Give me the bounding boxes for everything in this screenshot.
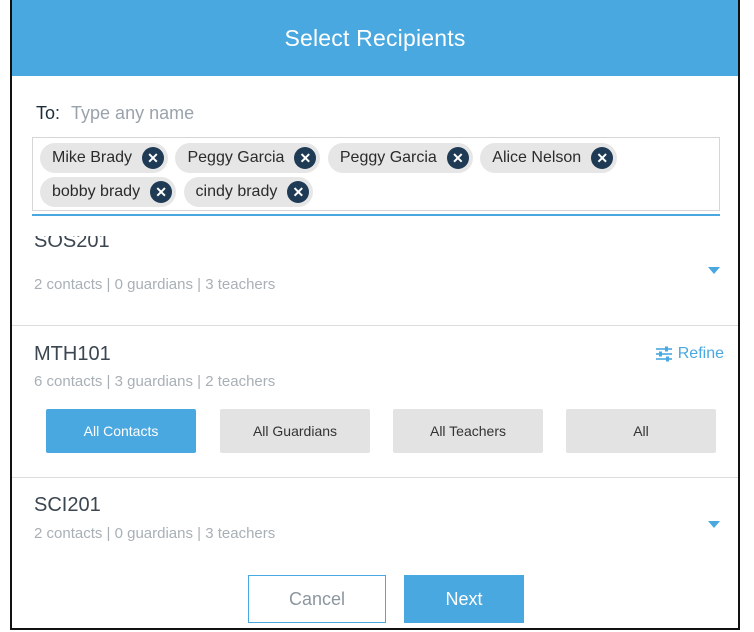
section-subtitle: 6 contacts | 3 guardians | 2 teachers bbox=[34, 373, 276, 390]
sliders-icon bbox=[655, 346, 672, 362]
to-label: To: bbox=[36, 103, 61, 123]
recipient-chip: Mike Brady ✕ bbox=[40, 143, 169, 173]
refine-button[interactable]: Refine bbox=[655, 345, 724, 363]
recipient-chip: Peggy Garcia ✕ bbox=[175, 143, 321, 173]
filter-all-button[interactable]: All bbox=[566, 409, 716, 453]
remove-chip-icon[interactable]: ✕ bbox=[294, 147, 317, 169]
chip-label: cindy brady bbox=[195, 183, 278, 200]
select-recipients-dialog: Select Recipients To: Mike Brady ✕ Peggy … bbox=[10, 0, 740, 630]
remove-chip-icon[interactable]: ✕ bbox=[287, 181, 310, 203]
remove-chip-icon[interactable]: ✕ bbox=[446, 147, 469, 169]
next-button[interactable]: Next bbox=[404, 575, 524, 623]
class-list[interactable]: SOS201 2 contacts | 0 guardians | 3 teac… bbox=[12, 236, 738, 566]
chip-label: Peggy Garcia bbox=[187, 149, 285, 166]
recipient-search-input[interactable] bbox=[71, 103, 372, 124]
expand-chevron-icon[interactable] bbox=[708, 521, 720, 528]
refine-label: Refine bbox=[677, 345, 724, 362]
dialog-title: Select Recipients bbox=[284, 24, 466, 51]
recipient-chip: bobby brady ✕ bbox=[40, 177, 177, 207]
recipient-chip: cindy brady ✕ bbox=[183, 177, 314, 207]
chip-label: bobby brady bbox=[52, 183, 141, 200]
input-underline bbox=[32, 214, 720, 216]
class-section-mth101: MTH101 6 contacts | 3 guardians | 2 teac… bbox=[12, 325, 738, 478]
remove-chip-icon[interactable]: ✕ bbox=[591, 147, 614, 169]
class-section-sci201[interactable]: SCI201 2 contacts | 0 guardians | 3 teac… bbox=[12, 477, 738, 566]
section-subtitle: 2 contacts | 0 guardians | 3 teachers bbox=[34, 276, 276, 293]
remove-chip-icon[interactable]: ✕ bbox=[150, 181, 173, 203]
section-title: SOS201 bbox=[34, 236, 110, 252]
filter-all-guardians-button[interactable]: All Guardians bbox=[220, 409, 370, 453]
class-section-sos201[interactable]: SOS201 2 contacts | 0 guardians | 3 teac… bbox=[12, 236, 738, 326]
section-title: SCI201 bbox=[34, 494, 101, 516]
section-subtitle: 2 contacts | 0 guardians | 3 teachers bbox=[34, 525, 276, 542]
chip-label: Peggy Garcia bbox=[339, 149, 437, 166]
dialog-header: Select Recipients bbox=[12, 0, 738, 76]
section-title: MTH101 bbox=[34, 343, 111, 365]
recipient-chip: Alice Nelson ✕ bbox=[480, 143, 618, 173]
to-row: To: bbox=[36, 103, 372, 124]
recipient-chips: Mike Brady ✕ Peggy Garcia ✕ Peggy Garcia ✕ … bbox=[32, 137, 720, 211]
recipient-chip: Peggy Garcia ✕ bbox=[327, 143, 473, 173]
remove-chip-icon[interactable]: ✕ bbox=[142, 147, 165, 169]
filter-all-teachers-button[interactable]: All Teachers bbox=[393, 409, 543, 453]
expand-chevron-icon[interactable] bbox=[708, 267, 720, 274]
chip-label: Mike Brady bbox=[52, 149, 133, 166]
chip-label: Alice Nelson bbox=[492, 149, 582, 166]
filter-all-contacts-button[interactable]: All Contacts bbox=[46, 409, 196, 453]
cancel-button[interactable]: Cancel bbox=[248, 575, 386, 623]
